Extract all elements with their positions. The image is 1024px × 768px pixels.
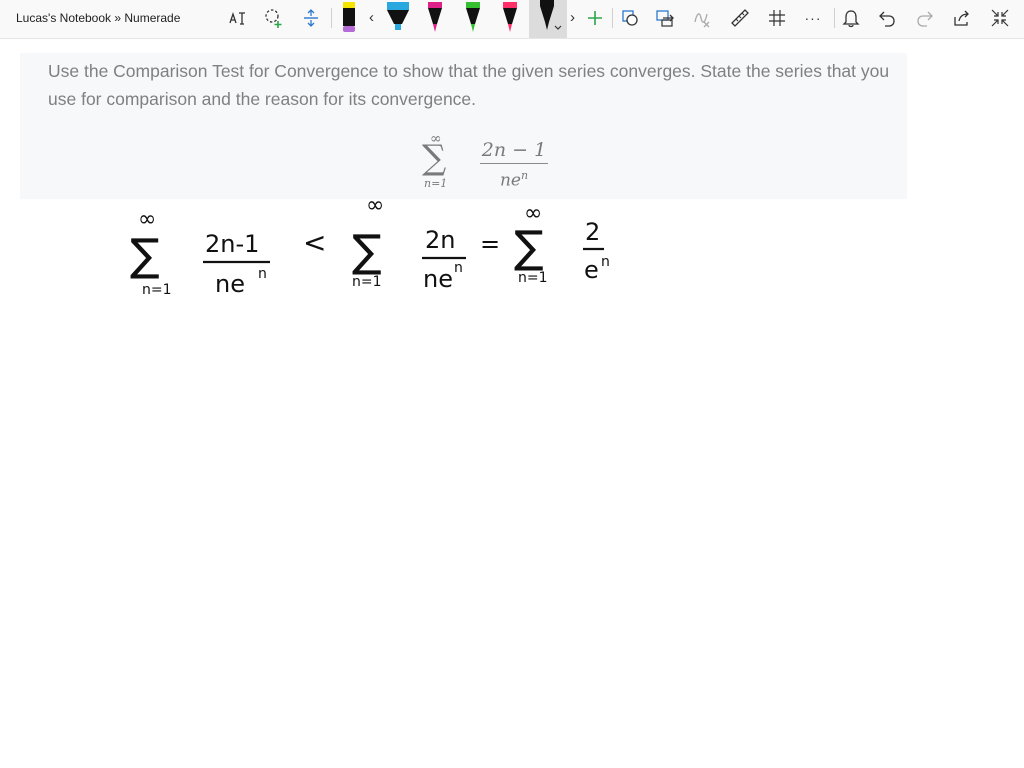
hw-sum2-lower: n=1 [352,274,382,290]
hw-sum2-upper: ∞ [366,193,384,218]
hw-less-than: < [303,226,326,259]
hw-sum1-exponent: n [258,266,267,282]
hw-sum2-exponent: n [454,260,463,276]
hw-sum3-lower: n=1 [518,270,548,286]
hw-sum3-denominator: e [584,256,599,284]
hw-sum1-denominator: ne [215,270,245,298]
hw-equals: = [480,230,500,258]
handwritten-work: ∞ ∑ n=1 2n-1 ne n < ∞ ∑ n=1 2n ne n = ∞ … [130,193,610,298]
hw-sum2-denominator: ne [423,265,453,293]
hw-sum2-numerator: 2n [425,226,455,254]
hw-sum1-numerator: 2n-1 [205,230,259,258]
hw-sum1-sigma: ∑ [130,230,160,281]
hw-sum2-sigma: ∑ [352,226,382,277]
hw-sum3-sigma: ∑ [514,222,544,273]
hw-sum1-lower: n=1 [142,282,172,298]
hw-sum3-numerator: 2 [585,218,600,246]
hw-sum3-exponent: n [601,254,610,270]
hw-sum1-upper: ∞ [138,207,156,232]
